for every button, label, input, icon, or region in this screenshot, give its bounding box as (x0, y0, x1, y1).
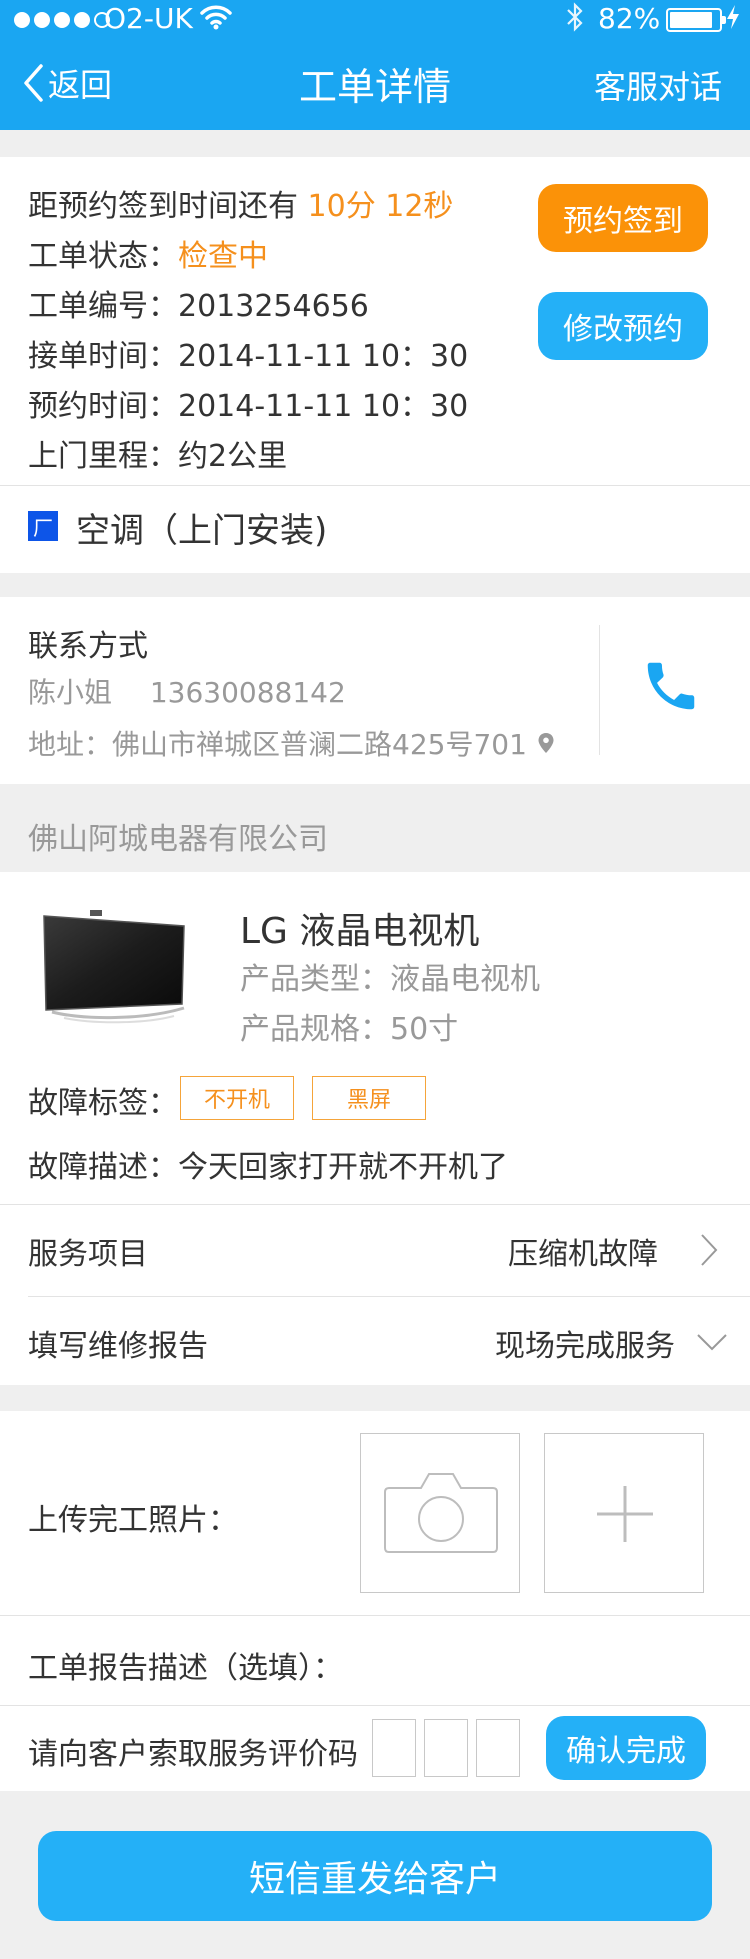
chevron-left-icon (24, 64, 43, 102)
phone-call-button[interactable] (640, 655, 710, 725)
contact-person: 陈小姐 13630088142 (28, 671, 346, 711)
contact-name: 陈小姐 (28, 676, 113, 709)
status-bar: O2-UK 82% (0, 0, 750, 40)
accept-time: 接单时间：2014-11-11 10：30 (28, 339, 469, 374)
service-item-row[interactable]: 服务项目 压缩机故障 (0, 1205, 750, 1295)
checkin-countdown: 距预约签到时间还有 10分 12秒 (28, 189, 454, 224)
signal-strength-icon (14, 12, 110, 28)
checkin-button[interactable]: 预约签到 (538, 184, 708, 252)
charging-icon (726, 4, 740, 36)
battery-icon (666, 8, 726, 32)
service-item-label: 服务项目 (28, 1237, 148, 1272)
product-card: LG 液晶电视机 产品类型：液晶电视机 产品规格：50寸 故障标签： 不开机 黑… (0, 872, 750, 1385)
report-description-label[interactable]: 工单报告描述（选填）： (28, 1643, 343, 1687)
company-name: 佛山阿城电器有限公司 (28, 822, 328, 857)
phone-icon (647, 662, 695, 710)
order-number: 工单编号：2013254656 (28, 289, 369, 324)
wifi-icon (200, 4, 232, 37)
order-info-card: 距预约签到时间还有 10分 12秒 工单状态：检查中 工单编号：20132546… (0, 157, 750, 573)
confirm-complete-button[interactable]: 确认完成 (546, 1716, 706, 1780)
repair-report-label: 填写维修报告 (28, 1329, 208, 1364)
evaluation-code-digit-2[interactable] (424, 1719, 468, 1777)
appointment-time: 预约时间：2014-11-11 10：30 (28, 389, 469, 424)
fault-tag: 黑屏 (312, 1076, 426, 1120)
camera-upload-button[interactable] (360, 1433, 520, 1593)
contact-title: 联系方式 (28, 629, 148, 664)
location-pin-icon (538, 733, 554, 753)
upload-photo-label: 上传完工照片： (28, 1503, 238, 1538)
travel-distance: 上门里程：约2公里 (28, 439, 288, 474)
add-photo-button[interactable] (544, 1433, 704, 1593)
tv-product-image (34, 908, 194, 1032)
camera-icon (384, 1473, 498, 1553)
bluetooth-icon (566, 2, 584, 39)
order-status-value: 检查中 (178, 239, 268, 274)
chevron-down-icon (697, 1334, 727, 1351)
customer-service-chat-button[interactable]: 客服对话 (594, 62, 722, 108)
fault-description: 故障描述：今天回家打开就不开机了 (28, 1150, 508, 1185)
product-type: 产品类型：液晶电视机 (240, 962, 540, 997)
evaluation-code-label: 请向客户索取服务评价码 (28, 1737, 358, 1772)
repair-report-value: 现场完成服务 (495, 1329, 675, 1364)
contact-address[interactable]: 地址：佛山市禅城区普澜二路425号701 (28, 723, 555, 763)
service-type: 空调（上门安装) (76, 511, 328, 551)
completion-card: 上传完工照片： 工单报告描述（选填）： 请向客户索取服务评价码 确认完成 (0, 1411, 750, 1791)
fault-tags-label: 故障标签： (28, 1086, 178, 1121)
carrier-name: O2-UK (104, 2, 193, 35)
plus-icon (597, 1486, 653, 1542)
service-item-value: 压缩机故障 (508, 1237, 658, 1272)
repair-report-row[interactable]: 填写维修报告 现场完成服务 (0, 1297, 750, 1385)
top-bar: O2-UK 82% 返回 工单详情 客服对话 (0, 0, 750, 130)
chevron-right-icon (701, 1234, 718, 1266)
back-button[interactable]: 返回 (22, 60, 112, 106)
back-label: 返回 (48, 66, 113, 104)
countdown-value: 10分 12秒 (307, 189, 454, 224)
contact-card: 联系方式 陈小姐 13630088142 地址：佛山市禅城区普澜二路425号70… (0, 597, 750, 784)
evaluation-code-digit-3[interactable] (476, 1719, 520, 1777)
product-spec: 产品规格：50寸 (240, 1012, 459, 1047)
order-status: 工单状态：检查中 (28, 239, 268, 274)
evaluation-code-digit-1[interactable] (372, 1719, 416, 1777)
contact-phone: 13630088142 (149, 676, 346, 709)
fault-tag: 不开机 (180, 1076, 294, 1120)
modify-appointment-button[interactable]: 修改预约 (538, 292, 708, 360)
resend-sms-button[interactable]: 短信重发给客户 (38, 1831, 712, 1921)
product-title: LG 液晶电视机 (240, 911, 480, 952)
factory-badge: 厂 (28, 511, 58, 541)
battery-percent: 82% (598, 2, 661, 35)
